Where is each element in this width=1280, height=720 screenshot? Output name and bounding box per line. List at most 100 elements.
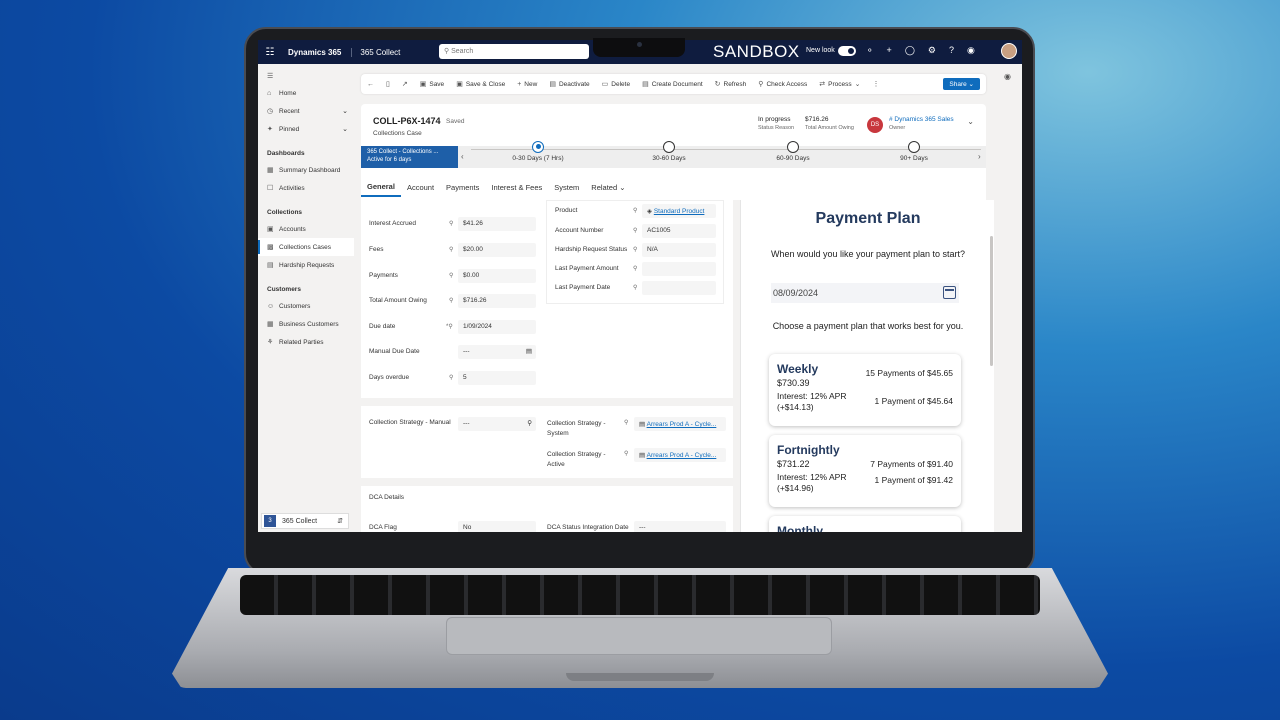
tab-interest-fees[interactable]: Interest & Fees xyxy=(485,177,548,197)
plan-card-weekly[interactable]: Weekly $730.39 Interest: 12% APR (+$14.1… xyxy=(769,354,961,426)
tab-system[interactable]: System xyxy=(548,177,585,197)
manual-due-date-field[interactable]: --- ▤ xyxy=(458,345,536,359)
days-overdue-label: Days overdue xyxy=(369,374,410,381)
sidebar-item-collections-cases[interactable]: ▩ Collections Cases xyxy=(258,238,354,256)
header-expand-chevron-icon[interactable]: ⌄ xyxy=(967,117,974,126)
gear-icon[interactable]: ⚙ xyxy=(928,45,936,56)
bpf-prev-chevron-icon[interactable]: ‹ xyxy=(461,152,464,161)
strategy-active-link[interactable]: Arrears Prod A - Cycle... xyxy=(647,452,717,459)
user-avatar[interactable] xyxy=(1001,43,1017,59)
back-button[interactable]: ← xyxy=(361,81,380,88)
camera-icon xyxy=(637,42,642,47)
calendar-icon[interactable]: ▤ xyxy=(526,347,532,355)
bpf-active-process[interactable]: 365 Collect - Collections ... Active for… xyxy=(361,146,458,168)
search-placeholder: Search xyxy=(451,48,474,55)
top-icon-group: ⚬ + ◯ ⚙ ? ◉ xyxy=(866,45,975,56)
sidebar-item-accounts[interactable]: ▣ Accounts xyxy=(258,220,354,238)
sidebar-item-label: Customers xyxy=(279,302,311,310)
manual-due-date-label: Manual Due Date xyxy=(369,348,420,355)
sidebar-heading-collections: Collections xyxy=(267,209,303,216)
last-payment-amount-value xyxy=(642,262,716,276)
deactivate-button[interactable]: ▤ Deactivate xyxy=(543,80,595,89)
due-date-value: 1/09/2024 xyxy=(458,320,536,334)
tab-account[interactable]: Account xyxy=(401,177,440,197)
sidebar-item-recent[interactable]: ◷ Recent ⌄ xyxy=(258,102,354,120)
last-payment-date-value xyxy=(642,281,716,295)
share-button[interactable]: Share ⌄ xyxy=(943,78,980,90)
owner-link[interactable]: # Dynamics 365 Sales xyxy=(889,116,954,123)
app-name[interactable]: Dynamics 365 xyxy=(288,48,341,57)
hamburger-menu[interactable]: ☰ xyxy=(258,68,354,84)
bpf-next-chevron-icon[interactable]: › xyxy=(978,152,981,161)
sidebar-item-label: Recent xyxy=(279,107,300,115)
sidebar-item-home[interactable]: ⌂ Home xyxy=(258,84,354,102)
sidebar-item-business-customers[interactable]: ▦ Business Customers xyxy=(258,315,354,333)
bpf-stage-60-90[interactable]: 60-90 Days xyxy=(753,141,833,162)
tab-general[interactable]: General xyxy=(361,177,401,197)
owner-label: Owner xyxy=(889,125,906,131)
lock-icon: ⚲ xyxy=(449,298,454,304)
global-search-input[interactable]: ⚲ Search xyxy=(439,44,589,59)
new-look-toggle[interactable] xyxy=(838,46,856,56)
lock-icon: ⚲ xyxy=(624,451,629,457)
tab-related[interactable]: Related ⌄ xyxy=(585,177,631,197)
pin-icon: ✦ xyxy=(267,126,273,133)
sidebar-item-pinned[interactable]: ✦ Pinned ⌄ xyxy=(258,120,354,138)
dca-details-section: DCA Details DCA Flag No DCA Status Integ… xyxy=(361,486,733,532)
sidebar-item-summary-dashboard[interactable]: ▦ Summary Dashboard xyxy=(258,161,354,179)
payment-plan-title: Payment Plan xyxy=(815,210,921,227)
new-button[interactable]: + New xyxy=(511,81,543,88)
calendar-icon[interactable] xyxy=(943,286,956,299)
save-button[interactable]: ▣ Save xyxy=(414,80,450,89)
bpf-stage-90-plus[interactable]: 90+ Days xyxy=(874,141,954,162)
save-close-button[interactable]: ▣ Save & Close xyxy=(450,80,511,89)
bpf-stage-0-30[interactable]: 0-30 Days (7 Hrs) xyxy=(498,141,578,162)
record-set-button[interactable]: ▯ xyxy=(380,80,396,88)
lock-icon: ⚲ xyxy=(633,208,638,214)
chevron-down-icon: ⌄ xyxy=(854,81,861,88)
more-commands-button[interactable]: ⋮ xyxy=(867,80,886,88)
strategy-system-link[interactable]: Arrears Prod A - Cycle... xyxy=(647,421,717,428)
sidebar-item-related-parties[interactable]: ⚘ Related Parties xyxy=(258,333,354,351)
stage-label: 0-30 Days (7 Hrs) xyxy=(512,155,564,162)
filter-icon[interactable]: ◯ xyxy=(905,45,915,56)
plus-icon[interactable]: + xyxy=(887,45,892,56)
process-label: Process xyxy=(828,80,852,88)
activities-icon: ☐ xyxy=(267,185,274,192)
open-new-window-button[interactable]: ↗ xyxy=(396,80,414,88)
sidebar-item-hardship-requests[interactable]: ▤ Hardship Requests xyxy=(258,256,354,274)
start-date-input[interactable]: 08/09/2024 xyxy=(771,283,959,303)
lock-icon: ⚲ xyxy=(449,221,454,227)
status-reason-label: Status Reason xyxy=(758,125,795,131)
app-module-name[interactable]: 365 Collect xyxy=(351,47,400,57)
bpf-stage-30-60[interactable]: 30-60 Days xyxy=(629,141,709,162)
area-switcher[interactable]: 3 365 Collect ⇵ xyxy=(261,513,349,529)
save-label: Save xyxy=(429,80,445,88)
sidebar-item-activities[interactable]: ☐ Activities xyxy=(258,179,354,197)
tab-payments[interactable]: Payments xyxy=(440,177,485,197)
plan-card-fortnightly[interactable]: Fortnightly $731.22 Interest: 12% APR (+… xyxy=(769,435,961,507)
help-icon[interactable]: ? xyxy=(949,45,954,56)
plan-total: $731.22 xyxy=(777,459,810,469)
refresh-button[interactable]: ↻ Refresh xyxy=(709,80,753,89)
document-icon: ▤ xyxy=(642,81,649,88)
assist-icon[interactable]: ◉ xyxy=(967,45,975,56)
side-pane-icon[interactable]: ◉ xyxy=(1004,72,1011,81)
delete-button[interactable]: ▭ Delete xyxy=(596,80,636,89)
search-icon[interactable]: ⚲ xyxy=(527,419,532,427)
app-launcher-icon[interactable]: ☷ xyxy=(258,47,282,58)
dca-heading: DCA Details xyxy=(369,494,405,501)
panel-scrollbar[interactable] xyxy=(990,236,993,366)
product-link[interactable]: Standard Product xyxy=(654,208,705,215)
plan-name: Fortnightly xyxy=(777,443,840,457)
check-access-button[interactable]: ⚲ Check Access xyxy=(752,80,813,89)
process-icon: ⇄ xyxy=(819,81,826,88)
stage-label: 60-90 Days xyxy=(776,155,810,162)
sidebar-item-customers[interactable]: ☺ Customers xyxy=(258,297,354,315)
strategy-manual-field[interactable]: --- ⚲ xyxy=(458,417,536,431)
lightbulb-icon[interactable]: ⚬ xyxy=(866,45,874,56)
plan-card-monthly[interactable]: Monthly xyxy=(769,516,961,532)
lock-icon: ⚲ xyxy=(633,285,638,291)
process-button[interactable]: ⇄ Process ⌄ xyxy=(813,80,866,89)
create-document-button[interactable]: ▤ Create Document xyxy=(636,80,709,89)
